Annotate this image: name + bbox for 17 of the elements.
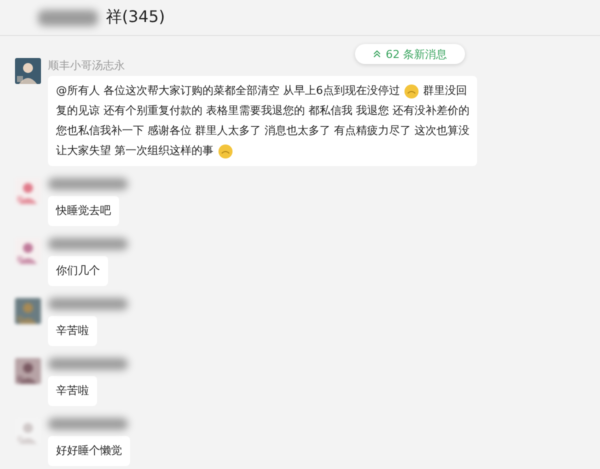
emoji-icon [404, 84, 419, 98]
redacted-name [38, 10, 98, 26]
message-text: 让大家失望 第一次组织这样的事 [56, 143, 214, 159]
emoji-icon [218, 144, 232, 158]
message-text: 您也私信我补一下 感谢各位 群里人太多了 消息也太多了 有点精疲力尽了 这次也算没 [56, 123, 470, 139]
message-text: 你们几个 [56, 263, 100, 279]
message-text: 好好睡个懒觉 [56, 443, 122, 459]
message-text: 辛苦啦 [56, 383, 89, 399]
message-text: 辛苦啦 [56, 323, 89, 339]
new-messages-button[interactable]: 62 条新消息 [355, 44, 465, 64]
message-text: 群里没回 [423, 83, 467, 99]
sender-name: 顺丰小哥汤志永 [48, 58, 125, 72]
double-chevron-up-icon [372, 50, 381, 58]
chat-title: 祥(345) [106, 7, 166, 28]
message-text: @所有人 各位这次帮大家订购的菜都全部清空 从早上6点到现在没停过 [56, 83, 400, 99]
message-text: 复的见谅 还有个别重复付款的 表格里需要我退您的 都私信我 我退您 还有没补差价的 [56, 103, 470, 119]
message-text: 快睡觉去吧 [56, 203, 111, 219]
